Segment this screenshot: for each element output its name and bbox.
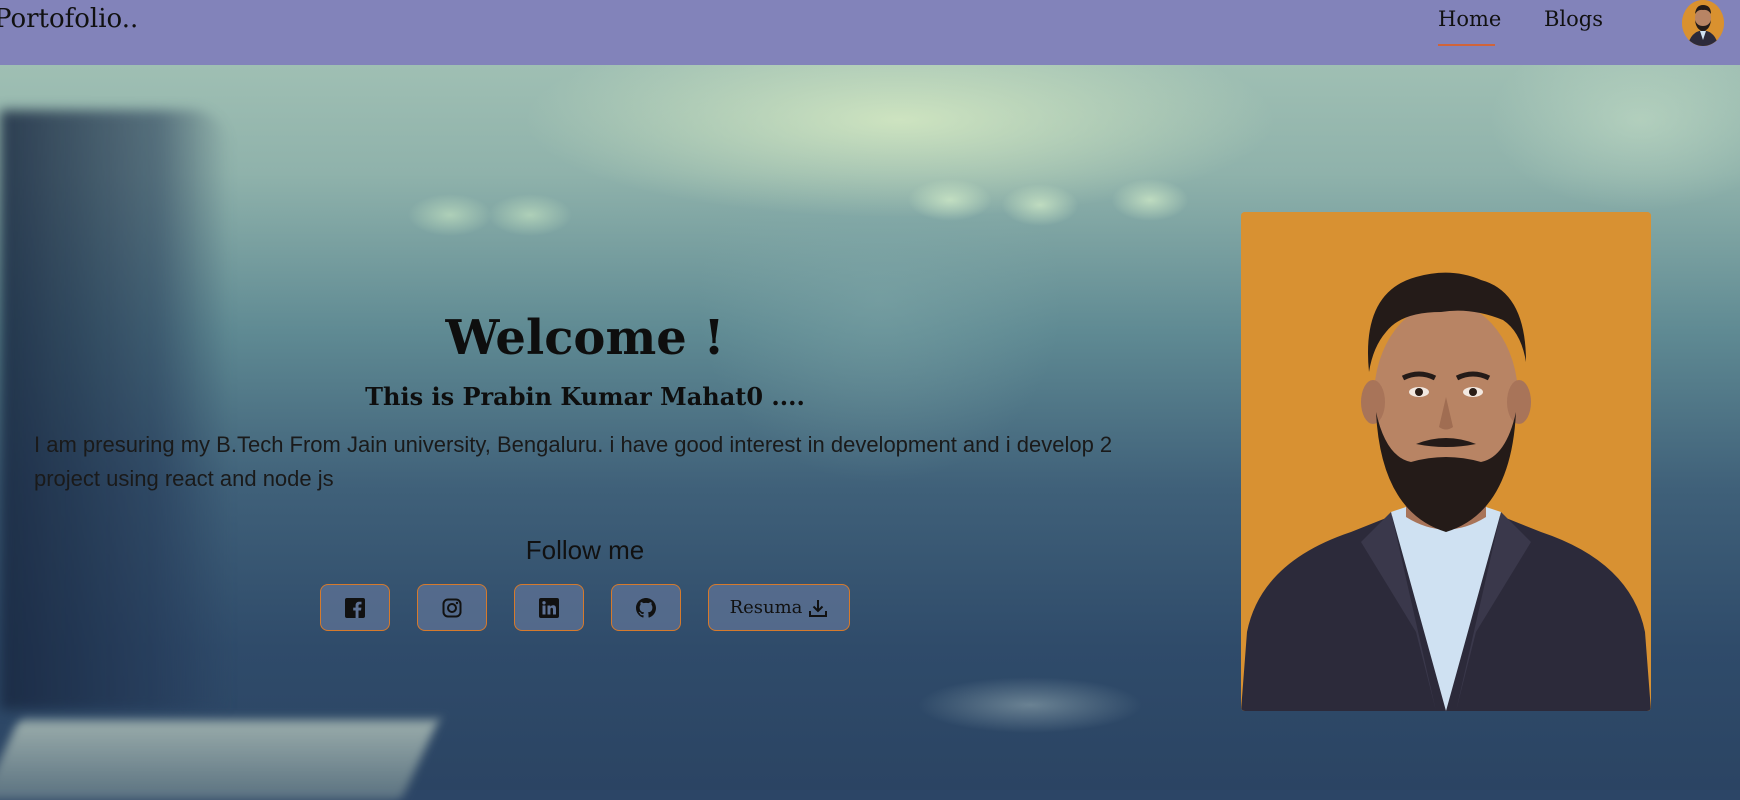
active-tab-indicator <box>1438 44 1495 46</box>
github-icon <box>636 597 656 618</box>
linkedin-button[interactable] <box>514 584 584 631</box>
nav-link-blogs[interactable]: Blogs <box>1544 7 1603 31</box>
resume-download-button[interactable]: Resuma <box>708 584 850 631</box>
instagram-button[interactable] <box>417 584 487 631</box>
profile-photo <box>1241 212 1651 711</box>
facebook-button[interactable] <box>320 584 390 631</box>
github-button[interactable] <box>611 584 681 631</box>
brand-logo[interactable]: Portofolio.. <box>0 4 138 34</box>
avatar[interactable] <box>1682 0 1724 46</box>
linkedin-icon <box>539 597 559 618</box>
background-desk <box>0 720 439 800</box>
facebook-icon <box>345 597 365 618</box>
page-title: Welcome ! <box>445 310 725 366</box>
follow-me-label: Follow me <box>525 535 645 565</box>
resume-button-label: Resuma <box>729 597 803 618</box>
navbar: Portofolio.. Home Blogs <box>0 0 1740 65</box>
instagram-icon <box>442 598 462 617</box>
bio-description: I am presuring my B.Tech From Jain unive… <box>34 432 1113 491</box>
intro-subtitle: This is Prabin Kumar Mahat0 .... <box>365 382 805 411</box>
nav-link-home[interactable]: Home <box>1438 7 1501 31</box>
download-icon <box>809 599 828 617</box>
